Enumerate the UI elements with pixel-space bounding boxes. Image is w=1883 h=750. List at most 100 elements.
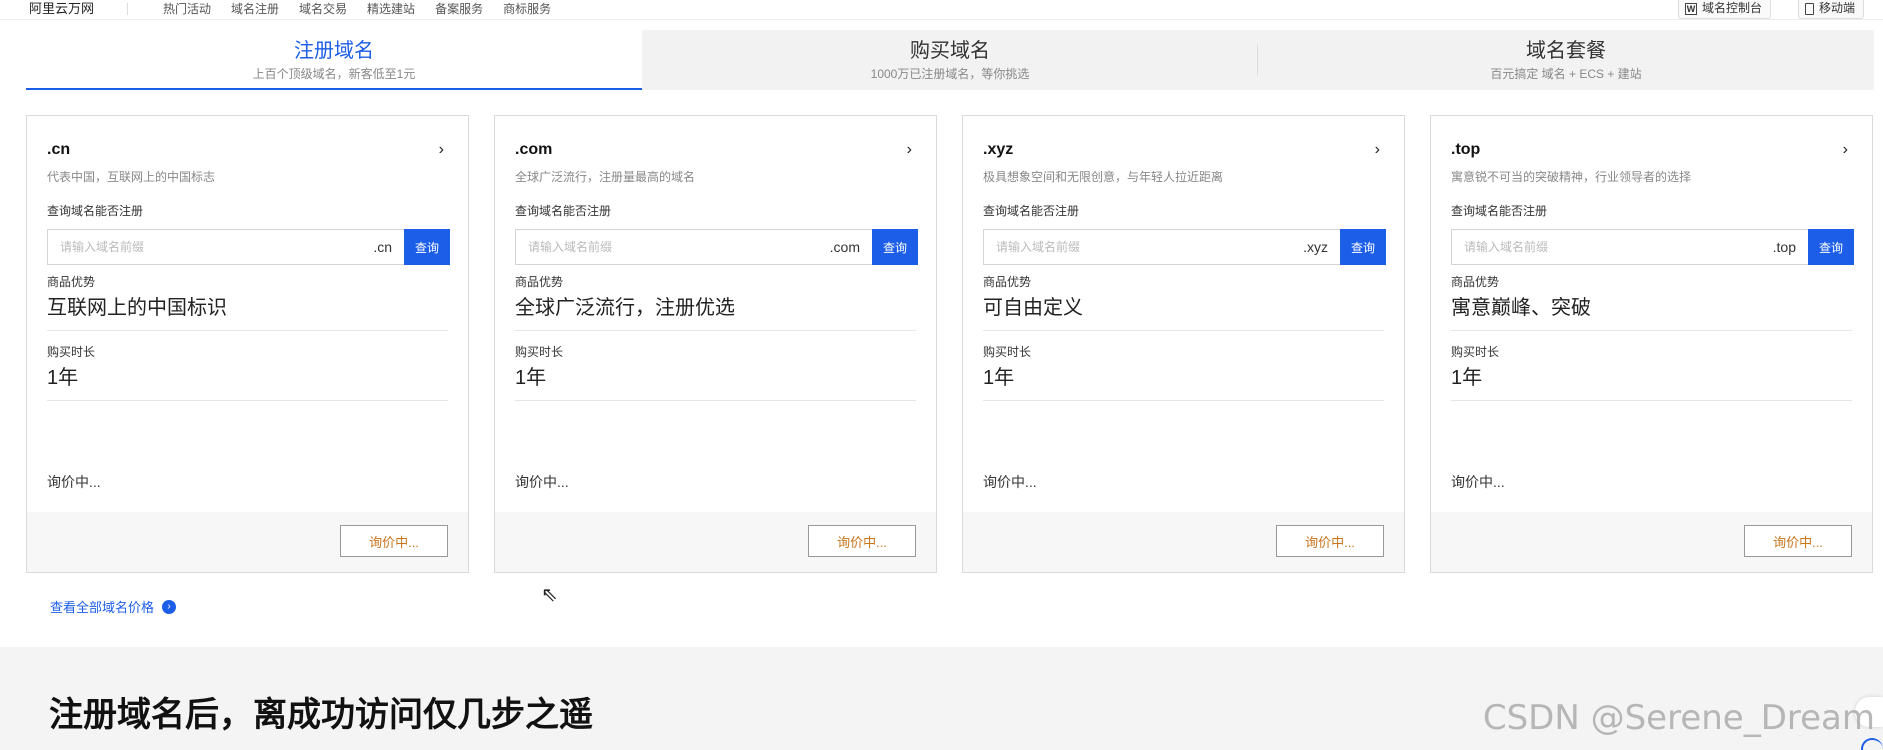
card-header: .top › 寓意锐不可当的突破精神，行业领导者的选择 [1451,141,1852,185]
divider [47,330,448,331]
search-button[interactable]: 查询 [872,229,918,265]
card-footer: 询价中... [27,512,468,572]
inquire-button[interactable]: 询价中... [1276,525,1384,557]
domain-card-xyz: .xyz › 极具想象空间和无限创意，与年轻人拉近距离 查询域名能否注册 .xy… [962,115,1405,573]
inquire-button[interactable]: 询价中... [340,525,448,557]
tab-register-domain[interactable]: 注册域名 上百个顶级域名，新客低至1元 [26,30,642,90]
nav-item-site-building[interactable]: 精选建站 [367,0,415,18]
tld-suffix: .cn [373,239,392,255]
domain-card-top: .top › 寓意锐不可当的突破精神，行业领导者的选择 查询域名能否注册 .to… [1430,115,1873,573]
divider [1451,330,1852,331]
domain-prefix-input[interactable] [1464,240,1767,254]
section-title: 注册域名后，离成功访问仅几步之遥 [49,696,593,734]
duration-value[interactable]: 1年 [1451,361,1482,390]
tab-title: 注册域名 [294,40,374,62]
duration-label: 购买时长 [47,345,96,359]
card-description: 全球广泛流行，注册量最高的域名 [515,170,696,184]
price-text: 询价中... [1451,474,1505,490]
search-label: 查询域名能否注册 [515,204,612,218]
search-button[interactable]: 查询 [404,229,450,265]
card-description: 极具想象空间和无限创意，与年轻人拉近距离 [983,170,1224,184]
tld-suffix: .xyz [1303,239,1328,255]
domain-console-button[interactable]: W 域名控制台 [1678,0,1772,19]
tab-domain-package[interactable]: 域名套餐 百元搞定 域名 + ECS + 建站 [1258,30,1874,90]
card-tld: .cn [47,141,71,158]
card-tld: .xyz [983,141,1014,158]
divider [983,400,1384,401]
advantage-label: 商品优势 [515,275,564,289]
advantage-value: 互联网上的中国标识 [47,297,227,319]
domain-console-label: 域名控制台 [1702,1,1763,15]
chevron-right-icon[interactable]: › [907,141,912,159]
inquire-button[interactable]: 询价中... [808,525,916,557]
divider [47,400,448,401]
price-text: 询价中... [47,474,101,490]
search-label: 查询域名能否注册 [1451,204,1548,218]
duration-label: 购买时长 [1451,345,1500,359]
divider [983,330,1384,331]
divider [515,400,916,401]
search-button[interactable]: 查询 [1808,229,1854,265]
card-header: .xyz › 极具想象空间和无限创意，与年轻人拉近距离 [983,141,1384,185]
inquire-button[interactable]: 询价中... [1744,525,1852,557]
tld-suffix: .top [1772,239,1796,255]
chevron-right-icon[interactable]: › [1375,141,1380,159]
card-footer: 询价中... [1431,512,1872,572]
domain-search: .xyz 查询 [983,229,1386,265]
chevron-right-icon[interactable]: › [1843,141,1848,159]
card-header: .com › 全球广泛流行，注册量最高的域名 [515,141,916,185]
tab-subtitle: 上百个顶级域名，新客低至1元 [252,67,416,81]
search-label: 查询域名能否注册 [47,204,144,218]
duration-value[interactable]: 1年 [47,361,78,390]
arrow-circle-icon: › [162,599,177,614]
card-header: .cn › 代表中国，互联网上的中国标志 [47,141,448,185]
tab-subtitle: 1000万已注册域名，等你挑选 [870,67,1030,81]
all-prices-link[interactable]: 查看全部域名价格 › [50,597,177,616]
card-footer: 询价中... [495,512,936,572]
advantage-label: 商品优势 [1451,275,1500,289]
domain-search: .cn 查询 [47,229,450,265]
domain-search: .com 查询 [515,229,918,265]
nav-item-domain-register[interactable]: 域名注册 [231,0,279,18]
advantage-value: 全球广泛流行，注册优选 [515,297,735,319]
divider [1451,400,1852,401]
console-icon: W [1685,2,1697,15]
main-nav: 热门活动 域名注册 域名交易 精选建站 备案服务 商标服务 [163,0,571,18]
brand-divider [127,3,128,15]
search-box: .com [515,229,872,265]
phone-icon [1805,2,1814,15]
duration-label: 购买时长 [515,345,564,359]
card-description: 寓意锐不可当的突破精神，行业领导者的选择 [1451,170,1692,184]
mobile-button[interactable]: 移动端 [1798,0,1865,19]
domain-prefix-input[interactable] [528,240,824,254]
nav-item-icp-filing[interactable]: 备案服务 [435,0,483,18]
domain-card-cn: .cn › 代表中国，互联网上的中国标志 查询域名能否注册 .cn 查询 商品优… [26,115,469,573]
nav-item-hot-events[interactable]: 热门活动 [163,0,211,18]
search-box: .cn [47,229,404,265]
divider [515,330,916,331]
mobile-label: 移动端 [1819,1,1856,15]
search-box: .top [1451,229,1808,265]
duration-value[interactable]: 1年 [515,361,546,390]
tab-title: 域名套餐 [1526,40,1606,62]
brand-logo[interactable]: 阿里云万网 [29,0,94,18]
domain-card-com: .com › 全球广泛流行，注册量最高的域名 查询域名能否注册 .com 查询 … [494,115,937,573]
search-button[interactable]: 查询 [1340,229,1386,265]
advantage-label: 商品优势 [47,275,96,289]
tab-title: 购买域名 [910,40,990,62]
nav-item-domain-trade[interactable]: 域名交易 [299,0,347,18]
card-footer: 询价中... [963,512,1404,572]
card-description: 代表中国，互联网上的中国标志 [47,170,216,184]
chevron-right-icon[interactable]: › [439,141,444,159]
tab-buy-domain[interactable]: 购买域名 1000万已注册域名，等你挑选 [642,30,1258,90]
price-text: 询价中... [515,474,569,490]
domain-prefix-input[interactable] [996,240,1298,254]
nav-item-trademark[interactable]: 商标服务 [503,0,551,18]
tab-subtitle: 百元搞定 域名 + ECS + 建站 [1490,67,1642,81]
domain-prefix-input[interactable] [60,240,368,254]
top-nav-bar: 阿里云万网 热门活动 域名注册 域名交易 精选建站 备案服务 商标服务 W 域名… [0,0,1883,20]
tld-suffix: .com [829,239,860,255]
duration-value[interactable]: 1年 [983,361,1014,390]
search-box: .xyz [983,229,1340,265]
duration-label: 购买时长 [983,345,1032,359]
